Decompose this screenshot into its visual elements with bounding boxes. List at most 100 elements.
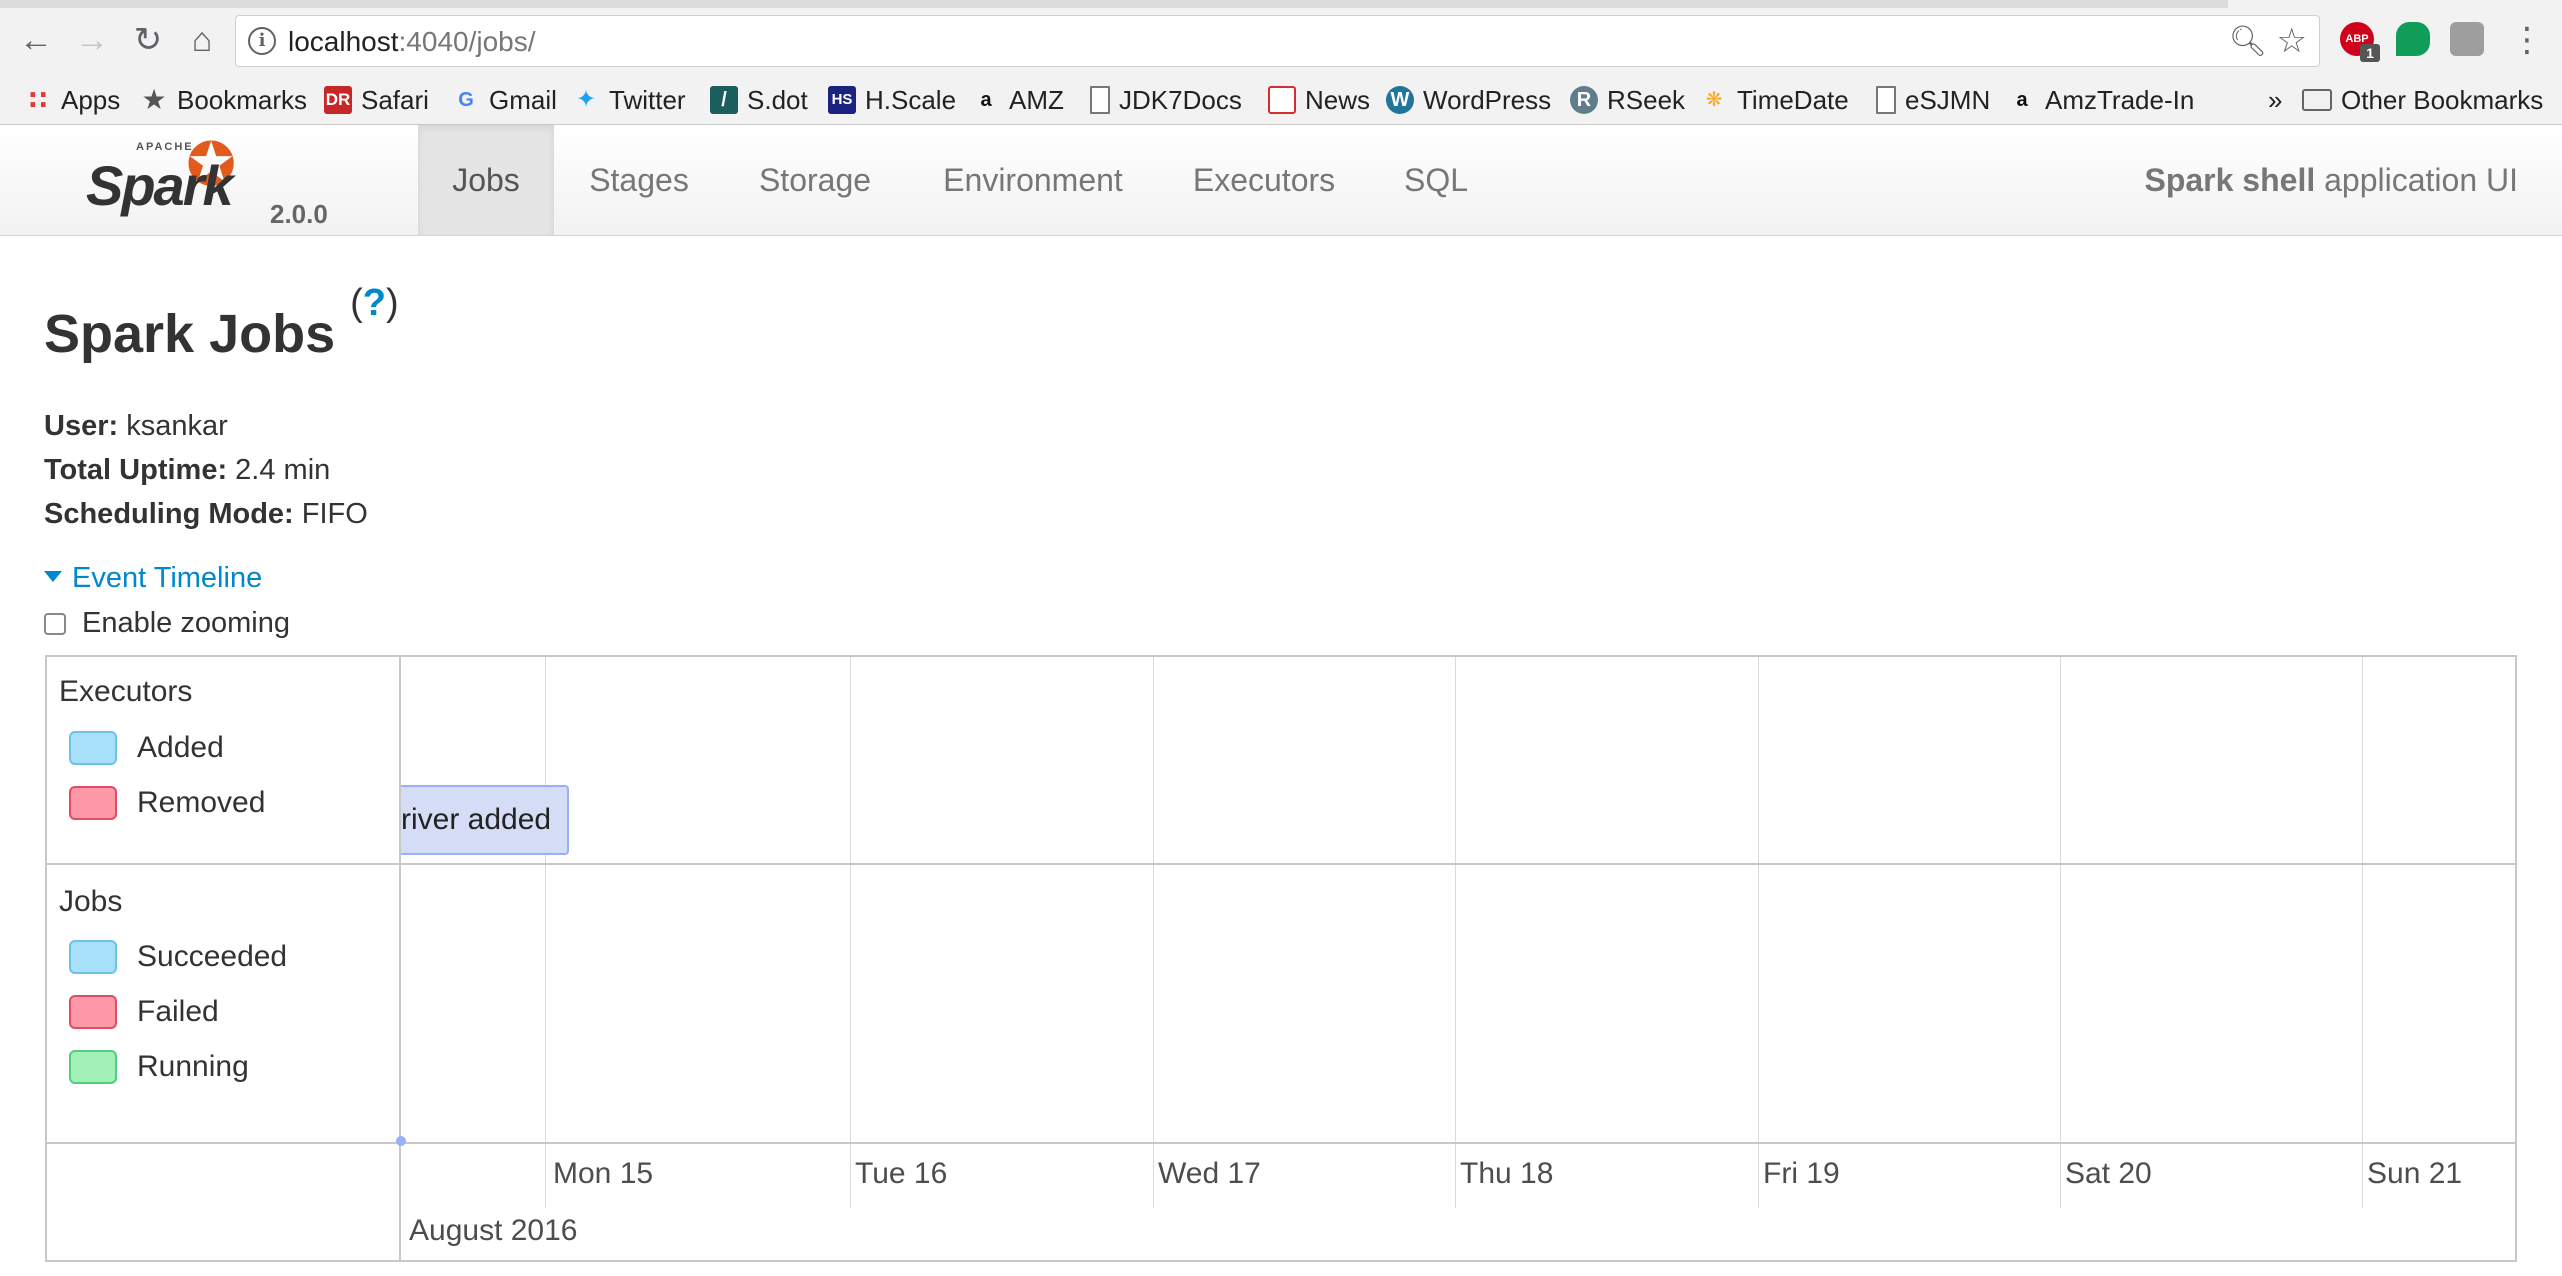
bookmark-apps[interactable]: ∷ Apps [24,82,120,118]
uptime-info: Total Uptime: 2.4 min [44,454,330,487]
bookmark-safari[interactable]: DR Safari [324,82,429,118]
bookmark-star-icon[interactable]: ☆ [2277,21,2307,61]
tab-sql[interactable]: SQL [1396,125,1476,235]
event-marker-dot [396,1136,406,1146]
failed-swatch [69,995,117,1029]
sdot-icon: / [710,86,738,114]
url-path: :4040/jobs/ [398,26,536,57]
axis-tick-label: Tue 16 [855,1157,948,1190]
home-icon[interactable]: ⌂ [182,20,222,60]
spark-navbar: ✪ APACHE Spark 2.0.0 Jobs Stages Storage… [0,125,2562,236]
bookmarks-overflow-chevron[interactable]: » [2268,82,2282,118]
bookmark-timedate[interactable]: ❋ TimeDate [1700,82,1849,118]
axis-major-label: August 2016 [409,1214,578,1247]
tab-jobs[interactable]: Jobs [418,125,554,235]
user-value: ksankar [118,410,228,442]
bookmark-news[interactable]: News [1268,82,1370,118]
browser-menu-icon[interactable]: ⋮ [2510,20,2544,60]
spark-version: 2.0.0 [270,199,328,229]
bookmark-label: TimeDate [1737,84,1849,115]
amazon-icon: a [2016,89,2028,111]
scheduling-mode-label: Scheduling Mode: [44,498,294,530]
legend-label: Running [137,1050,249,1083]
google-icon: G [458,89,474,111]
address-bar[interactable]: i localhost:4040/jobs/ 🔍︎ ☆ [235,15,2320,67]
bookmark-gmail[interactable]: G Gmail [452,82,557,118]
event-timeline-toggle[interactable]: Event Timeline [44,562,262,595]
bookmark-label: Safari [361,84,429,115]
hangouts-extension-icon[interactable] [2396,22,2430,56]
grid-line [1153,657,1154,1208]
succeeded-swatch [69,940,117,974]
legend-executor-added: Added [69,731,224,765]
adblock-extension-icon[interactable]: ABP 1 [2340,22,2380,62]
reload-icon[interactable]: ↻ [128,20,168,60]
uptime-label: Total Uptime: [44,454,228,486]
tab-environment[interactable]: Environment [928,125,1138,235]
tab-stages[interactable]: Stages [564,125,714,235]
driver-added-event[interactable]: river added [401,785,569,855]
wordpress-icon: W [1386,86,1414,114]
grid-line [850,657,851,1208]
url-text[interactable]: localhost:4040/jobs/ [288,26,536,58]
enable-zooming-checkbox[interactable] [44,612,66,635]
bookmark-label: RSeek [1607,84,1686,115]
tab-executors[interactable]: Executors [1180,125,1348,235]
enable-zooming-label: Enable zooming [82,607,290,639]
legend-job-running: Running [69,1050,249,1084]
tab-storage[interactable]: Storage [742,125,888,235]
bookmark-jdk7docs[interactable]: JDK7Docs [1090,82,1242,118]
axis-tick-label: Sat 20 [2065,1157,2152,1190]
bookmarks-bar: ∷ Apps ★ Bookmarks DR Safari G Gmail ✦ Twitte… [0,76,2562,124]
bookmark-amztradein[interactable]: a AmzTrade-In [2008,82,2194,118]
extension-icon[interactable] [2450,22,2484,56]
enable-zooming-control[interactable]: Enable zooming [44,607,290,640]
browser-toolbar: ← → ↻ ⌂ i localhost:4040/jobs/ 🔍︎ ☆ ABP 1… [0,0,2562,125]
other-bookmarks-label: Other Bookmarks [2341,84,2544,115]
zoom-icon[interactable]: 🔍︎ [2229,24,2267,59]
page-icon [1876,86,1896,114]
forward-arrow-icon[interactable]: → [72,20,112,60]
help-tooltip[interactable]: (?) [350,282,399,324]
bookmark-rseek[interactable]: R RSeek [1570,82,1685,118]
user-label: User: [44,410,119,442]
overflow-label: » [2268,84,2283,115]
legend-label: Added [137,731,224,764]
event-timeline[interactable]: Executors Added Removed Jobs Succeeded F… [45,655,2517,1262]
bookmark-amz[interactable]: a AMZ [972,82,1064,118]
adblock-badge: 1 [2360,44,2380,62]
page-title-text: Spark Jobs [44,304,336,364]
axis-tick-label: Thu 18 [1460,1157,1554,1190]
bookmark-label: JDK7Docs [1119,84,1242,115]
bookmark-sdot[interactable]: / S.dot [710,82,808,118]
bookmark-label: AmzTrade-In [2045,84,2195,115]
back-arrow-icon[interactable]: ← [16,20,56,60]
legend-label: Succeeded [137,940,288,973]
bookmark-wordpress[interactable]: W WordPress [1386,82,1551,118]
timeline-legend: Executors Added Removed Jobs Succeeded F… [47,657,401,1260]
bookmark-esjmn[interactable]: eSJMN [1876,82,1990,118]
star-icon: ★ [141,84,167,115]
grid-line [2362,657,2363,1208]
spark-logo[interactable]: ✪ APACHE Spark 2.0.0 [86,131,328,231]
active-tab-edge [2228,0,2562,8]
tab-strip [0,0,2562,8]
bookmark-label: S.dot [747,84,808,115]
other-bookmarks[interactable]: Other Bookmarks [2302,82,2543,118]
grid-line [1455,657,1456,1208]
axis-tick-label: Fri 19 [1763,1157,1840,1190]
safari-icon: DR [324,86,352,114]
site-info-icon[interactable]: i [248,27,276,55]
bookmark-twitter[interactable]: ✦ Twitter [572,82,686,118]
bookmark-label: WordPress [1423,84,1552,115]
bookmark-label: Apps [61,84,121,115]
help-link[interactable]: ? [363,282,386,324]
bookmark-label: AMZ [1009,84,1064,115]
legend-executor-removed: Removed [69,786,265,820]
app-name: Spark shell [2144,162,2316,198]
bookmark-hscale[interactable]: HS H.Scale [828,82,956,118]
bookmark-bookmarks[interactable]: ★ Bookmarks [140,82,307,118]
rseek-icon: R [1570,86,1598,114]
axis-divider [47,1142,2515,1144]
grid-line [1758,657,1759,1208]
